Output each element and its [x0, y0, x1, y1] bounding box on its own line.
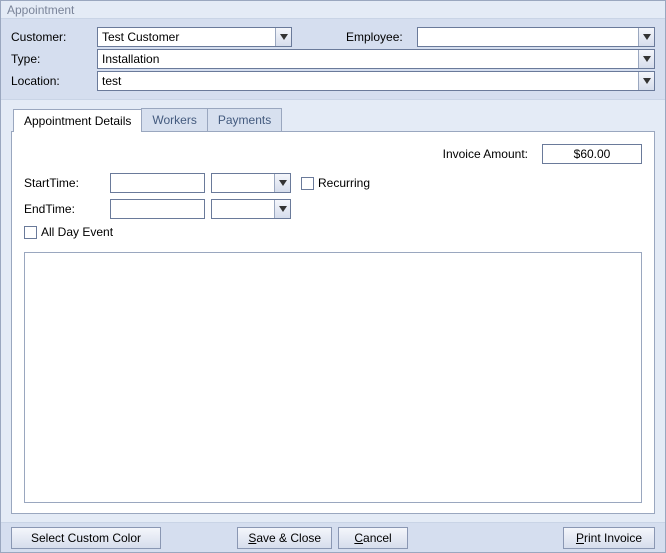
- location-combo[interactable]: [97, 71, 655, 91]
- tab-label: Payments: [218, 113, 271, 127]
- employee-dropdown-button[interactable]: [638, 28, 654, 46]
- type-dropdown-button[interactable]: [638, 50, 654, 68]
- allday-label: All Day Event: [41, 225, 113, 239]
- chevron-down-icon: [643, 78, 651, 84]
- chevron-down-icon: [643, 56, 651, 62]
- tab-label: Workers: [152, 113, 196, 127]
- endtime-time-dropdown-button[interactable]: [274, 200, 290, 218]
- recurring-label: Recurring: [318, 176, 370, 190]
- window-titlebar: Appointment: [1, 1, 665, 19]
- button-label: Select Custom Color: [31, 531, 141, 545]
- button-label: Print Invoice: [576, 531, 642, 545]
- notes-area[interactable]: [24, 252, 642, 503]
- save-and-close-button[interactable]: Save & Close: [237, 527, 332, 549]
- employee-combo[interactable]: [417, 27, 655, 47]
- allday-checkbox[interactable]: All Day Event: [24, 225, 113, 239]
- customer-input[interactable]: [98, 28, 275, 46]
- recurring-checkbox[interactable]: Recurring: [301, 176, 370, 190]
- tab-workers[interactable]: Workers: [141, 108, 207, 131]
- chevron-down-icon: [279, 206, 287, 212]
- tab-label: Appointment Details: [24, 114, 131, 128]
- endtime-time-combo[interactable]: [211, 199, 291, 219]
- tab-payments[interactable]: Payments: [207, 108, 282, 131]
- checkbox-box: [301, 177, 314, 190]
- tab-appointment-details[interactable]: Appointment Details: [13, 109, 142, 132]
- button-label: Save & Close: [248, 531, 321, 545]
- endtime-time-input[interactable]: [212, 200, 274, 218]
- starttime-time-input[interactable]: [212, 174, 274, 192]
- select-custom-color-button[interactable]: Select Custom Color: [11, 527, 161, 549]
- bottom-bar: Select Custom Color Save & Close Cancel …: [1, 522, 665, 552]
- tabs-area: Appointment Details Workers Payments Inv…: [1, 100, 665, 522]
- starttime-time-dropdown-button[interactable]: [274, 174, 290, 192]
- type-label: Type:: [11, 52, 91, 66]
- starttime-date-input[interactable]: [110, 173, 205, 193]
- print-invoice-button[interactable]: Print Invoice: [563, 527, 655, 549]
- employee-label: Employee:: [346, 30, 403, 44]
- chevron-down-icon: [643, 34, 651, 40]
- customer-combo[interactable]: [97, 27, 292, 47]
- customer-label: Customer:: [11, 30, 91, 44]
- endtime-label: EndTime:: [24, 202, 104, 216]
- type-combo[interactable]: [97, 49, 655, 69]
- endtime-date-input[interactable]: [110, 199, 205, 219]
- chevron-down-icon: [279, 180, 287, 186]
- button-label: Cancel: [354, 531, 391, 545]
- employee-input[interactable]: [418, 28, 638, 46]
- location-input[interactable]: [98, 72, 638, 90]
- customer-dropdown-button[interactable]: [275, 28, 291, 46]
- type-input[interactable]: [98, 50, 638, 68]
- location-label: Location:: [11, 74, 91, 88]
- invoice-amount-value: $60.00: [542, 144, 642, 164]
- tabs: Appointment Details Workers Payments: [13, 108, 655, 131]
- appointment-window: Appointment Customer: Employee: Type:: [0, 0, 666, 553]
- checkbox-box: [24, 226, 37, 239]
- location-dropdown-button[interactable]: [638, 72, 654, 90]
- appointment-details-panel: Invoice Amount: $60.00 StartTime: Recurr…: [11, 131, 655, 514]
- chevron-down-icon: [280, 34, 288, 40]
- cancel-button[interactable]: Cancel: [338, 527, 408, 549]
- starttime-label: StartTime:: [24, 176, 104, 190]
- header-form: Customer: Employee: Type:: [1, 19, 665, 100]
- starttime-time-combo[interactable]: [211, 173, 291, 193]
- window-title: Appointment: [7, 3, 74, 17]
- invoice-amount-label: Invoice Amount:: [443, 147, 528, 161]
